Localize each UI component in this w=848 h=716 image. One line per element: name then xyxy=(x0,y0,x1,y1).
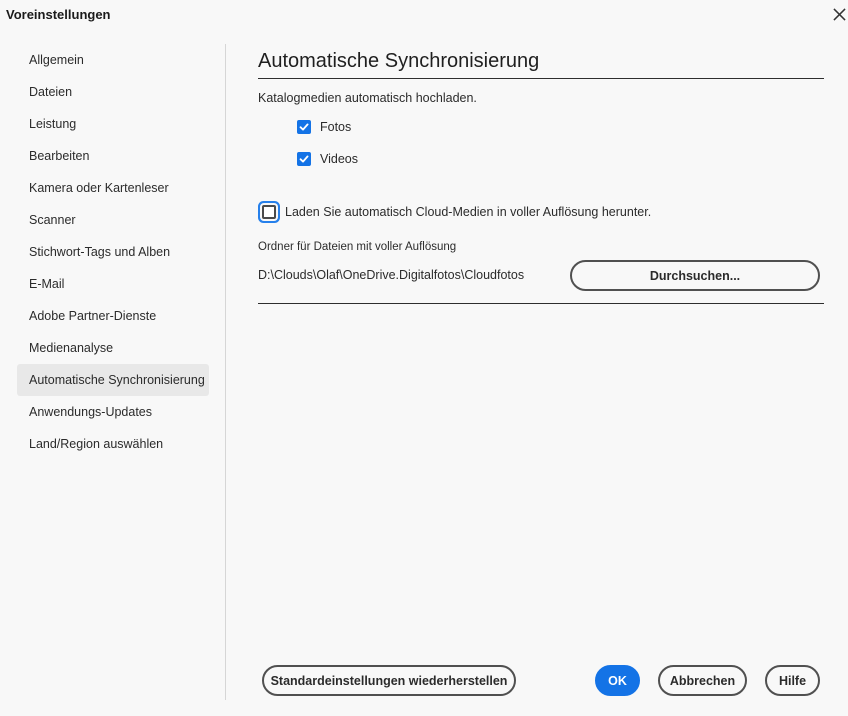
cloud-download-checkbox-row[interactable]: Laden Sie automatisch Cloud-Medien in vo… xyxy=(262,205,651,219)
sidebar-item-scanner[interactable]: Scanner xyxy=(17,204,209,236)
videos-checkbox-row[interactable]: Videos xyxy=(297,152,358,166)
sidebar-item-auto-sync[interactable]: Automatische Synchronisierung xyxy=(17,364,209,396)
window-title: Voreinstellungen xyxy=(6,7,111,22)
title-bar: Voreinstellungen xyxy=(0,0,848,30)
ok-button[interactable]: OK xyxy=(595,665,640,696)
sidebar-item-bearbeiten[interactable]: Bearbeiten xyxy=(17,140,209,172)
checkmark-icon xyxy=(299,155,309,163)
sidebar-item-updates[interactable]: Anwendungs-Updates xyxy=(17,396,209,428)
restore-defaults-button[interactable]: Standardeinstellungen wiederherstellen xyxy=(262,665,516,696)
sidebar-divider xyxy=(225,44,226,700)
sidebar-item-allgemein[interactable]: Allgemein xyxy=(17,44,209,76)
sidebar-item-dateien[interactable]: Dateien xyxy=(17,76,209,108)
sidebar-item-stichwort-tags[interactable]: Stichwort-Tags und Alben xyxy=(17,236,209,268)
close-icon xyxy=(832,7,846,21)
videos-checkbox[interactable] xyxy=(297,152,311,166)
sidebar-item-email[interactable]: E-Mail xyxy=(17,268,209,300)
folder-label: Ordner für Dateien mit voller Auflösung xyxy=(258,241,457,253)
videos-label: Videos xyxy=(320,152,358,166)
sidebar-item-kamera[interactable]: Kamera oder Kartenleser xyxy=(17,172,209,204)
help-button[interactable]: Hilfe xyxy=(765,665,820,696)
sidebar: Allgemein Dateien Leistung Bearbeiten Ka… xyxy=(17,44,209,460)
sidebar-item-medienanalyse[interactable]: Medienanalyse xyxy=(17,332,209,364)
sidebar-item-partner-dienste[interactable]: Adobe Partner-Dienste xyxy=(17,300,209,332)
upload-intro-text: Katalogmedien automatisch hochladen. xyxy=(258,91,477,105)
cloud-download-label: Laden Sie automatisch Cloud-Medien in vo… xyxy=(285,205,652,219)
title-divider xyxy=(258,78,824,79)
checkmark-icon xyxy=(299,123,309,131)
page-title: Automatische Synchronisierung xyxy=(258,50,540,72)
sidebar-item-leistung[interactable]: Leistung xyxy=(17,108,209,140)
fotos-checkbox[interactable] xyxy=(297,120,311,134)
fotos-label: Fotos xyxy=(320,120,352,134)
settings-panel: Automatische Synchronisierung Katalogmed… xyxy=(258,44,824,304)
cloud-download-checkbox[interactable] xyxy=(262,205,276,219)
cancel-button[interactable]: Abbrechen xyxy=(658,665,747,696)
close-button[interactable] xyxy=(830,4,848,24)
fotos-checkbox-row[interactable]: Fotos xyxy=(297,120,351,134)
sidebar-item-land-region[interactable]: Land/Region auswählen xyxy=(17,428,209,460)
folder-path: D:\Clouds\Olaf\OneDrive.Digitalfotos\Clo… xyxy=(258,268,525,282)
browse-button[interactable]: Durchsuchen... xyxy=(570,260,820,291)
preferences-window: Voreinstellungen Allgemein Dateien Leist… xyxy=(0,0,848,716)
section-divider xyxy=(258,303,824,304)
